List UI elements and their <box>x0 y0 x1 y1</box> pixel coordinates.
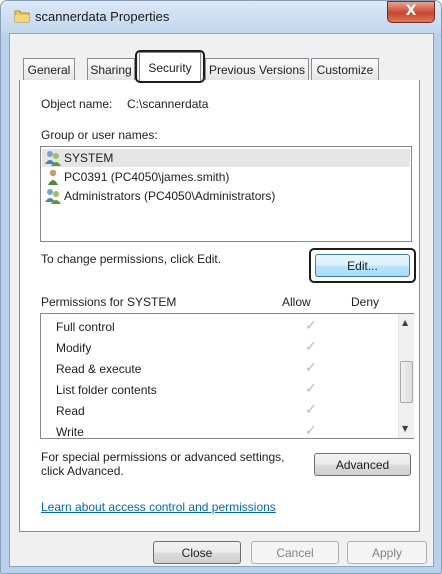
permission-name: Full control <box>56 320 115 334</box>
list-item-label: PC0391 (PC4050\james.smith) <box>64 170 230 184</box>
group-names-label: Group or user names: <box>41 128 158 142</box>
window-title: scannerdata Properties <box>35 9 170 24</box>
list-item[interactable]: Administrators (PC4050\Administrators) <box>45 188 405 206</box>
group-users-icon <box>45 150 61 166</box>
list-item-label: SYSTEM <box>64 151 114 165</box>
permissions-title: Permissions for SYSTEM <box>41 295 177 309</box>
advanced-button-label: Advanced <box>335 458 390 472</box>
deny-column-header: Deny <box>351 295 380 309</box>
list-item[interactable]: SYSTEM <box>45 150 405 168</box>
close-button[interactable]: Close <box>153 541 241 564</box>
cancel-button[interactable]: Cancel <box>251 541 339 564</box>
group-users-icon <box>45 188 61 204</box>
tab-general[interactable]: General <box>23 58 75 81</box>
allow-check-icon: ✓ <box>305 423 317 439</box>
permission-name: Read <box>56 404 85 418</box>
permission-row: Read & execute ✓ <box>56 360 386 382</box>
permission-row: Read ✓ <box>56 402 386 424</box>
permissions-scrollbar[interactable]: ▲ ▼ <box>398 314 414 438</box>
tab-label: Customize <box>316 63 374 77</box>
apply-button[interactable]: Apply <box>347 541 427 564</box>
cancel-button-label: Cancel <box>276 546 314 560</box>
tab-label: Sharing <box>90 63 132 77</box>
advanced-button[interactable]: Advanced <box>314 453 411 476</box>
allow-column-header: Allow <box>282 295 311 309</box>
allow-check-icon: ✓ <box>305 381 317 397</box>
scrollbar-thumb[interactable] <box>400 361 413 403</box>
apply-button-label: Apply <box>371 546 403 560</box>
object-name-label: Object name: <box>41 97 113 111</box>
tab-sharing[interactable]: Sharing <box>87 58 135 81</box>
scroll-up-icon[interactable]: ▲ <box>402 318 408 327</box>
allow-check-icon: ✓ <box>305 360 317 376</box>
allow-check-icon: ✓ <box>305 318 317 334</box>
permissions-list[interactable]: Full control ✓ Modify ✓ Read & execute ✓… <box>40 313 414 439</box>
allow-check-icon: ✓ <box>305 339 317 355</box>
change-permissions-text: To change permissions, click Edit. <box>41 252 222 266</box>
folder-icon <box>14 9 30 23</box>
permission-name: Modify <box>56 341 92 355</box>
list-item-label: Administrators (PC4050\Administrators) <box>64 189 276 203</box>
close-icon: X <box>405 3 417 19</box>
list-item[interactable]: PC0391 (PC4050\james.smith) <box>45 169 405 187</box>
scroll-down-icon[interactable]: ▼ <box>402 424 408 433</box>
close-window-button[interactable]: X <box>387 1 435 23</box>
permission-row: Full control ✓ <box>56 318 386 340</box>
permission-row: List folder contents ✓ <box>56 381 386 403</box>
tab-label: Previous Versions <box>208 63 306 77</box>
permission-row: Modify ✓ <box>56 339 386 361</box>
close-button-label: Close <box>181 546 213 560</box>
object-name-value: C:\scannerdata <box>127 97 209 111</box>
permission-name: Read & execute <box>56 362 142 376</box>
tab-customize[interactable]: Customize <box>311 58 379 81</box>
learn-access-control-link[interactable]: Learn about access control and permissio… <box>41 500 276 514</box>
permission-name: Write <box>56 425 84 439</box>
user-icon <box>45 169 61 185</box>
tab-previous-versions[interactable]: Previous Versions <box>205 58 309 81</box>
special-permissions-text-line1: For special permissions or advanced sett… <box>41 450 285 464</box>
group-names-list[interactable]: SYSTEM PC0391 (PC4050\james.smith) Admin… <box>40 146 412 242</box>
allow-check-icon: ✓ <box>305 402 317 418</box>
properties-window: scannerdata Properties X General Sharing… <box>0 0 442 574</box>
tab-label: General <box>27 63 71 77</box>
special-permissions-text-line2: click Advanced. <box>41 464 124 478</box>
edit-highlight-box <box>309 248 416 283</box>
tab-highlight-box <box>135 50 205 83</box>
title-bar[interactable]: scannerdata Properties X <box>1 1 441 33</box>
permission-row: Write ✓ <box>56 423 386 445</box>
permission-name: List folder contents <box>56 383 157 397</box>
